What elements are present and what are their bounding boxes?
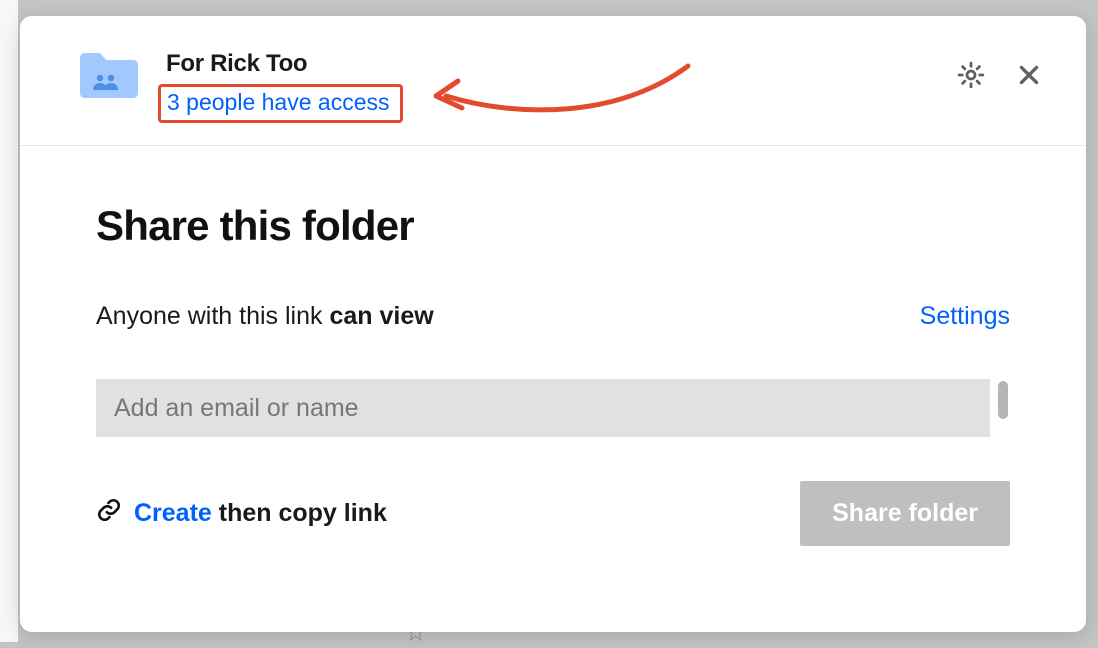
access-count-link[interactable]: 3 people have access	[167, 89, 390, 115]
create-link-rest: then copy link	[212, 499, 387, 527]
permission-row: Anyone with this link can view Settings	[96, 302, 1010, 331]
modal-body: Share this folder Anyone with this link …	[20, 146, 1086, 632]
permission-level: can view	[329, 302, 433, 330]
settings-link[interactable]: Settings	[920, 302, 1010, 331]
create-link-group[interactable]: Create then copy link	[96, 497, 387, 530]
header-actions	[954, 58, 1046, 92]
share-modal: For Rick Too 3 people have access	[20, 16, 1086, 632]
shared-folder-icon	[78, 48, 140, 105]
modal-header: For Rick Too 3 people have access	[20, 16, 1086, 146]
link-icon	[96, 497, 122, 530]
gear-icon[interactable]	[954, 58, 988, 92]
folder-name: For Rick Too	[166, 50, 928, 78]
permission-prefix: Anyone with this link	[96, 302, 329, 330]
create-link-label: Create	[134, 499, 212, 527]
scrollbar-track[interactable]	[996, 379, 1010, 437]
scrollbar-thumb[interactable]	[998, 381, 1008, 419]
folder-title-group: For Rick Too 3 people have access	[166, 50, 928, 123]
close-icon[interactable]	[1012, 58, 1046, 92]
email-input[interactable]	[96, 379, 990, 437]
email-input-row	[96, 379, 1010, 437]
share-folder-button[interactable]: Share folder	[800, 481, 1010, 546]
share-heading: Share this folder	[96, 202, 1010, 250]
access-highlight-box: 3 people have access	[158, 84, 403, 123]
permission-text: Anyone with this link can view	[96, 302, 434, 331]
background-strip	[0, 0, 18, 642]
footer-row: Create then copy link Share folder	[96, 481, 1010, 546]
